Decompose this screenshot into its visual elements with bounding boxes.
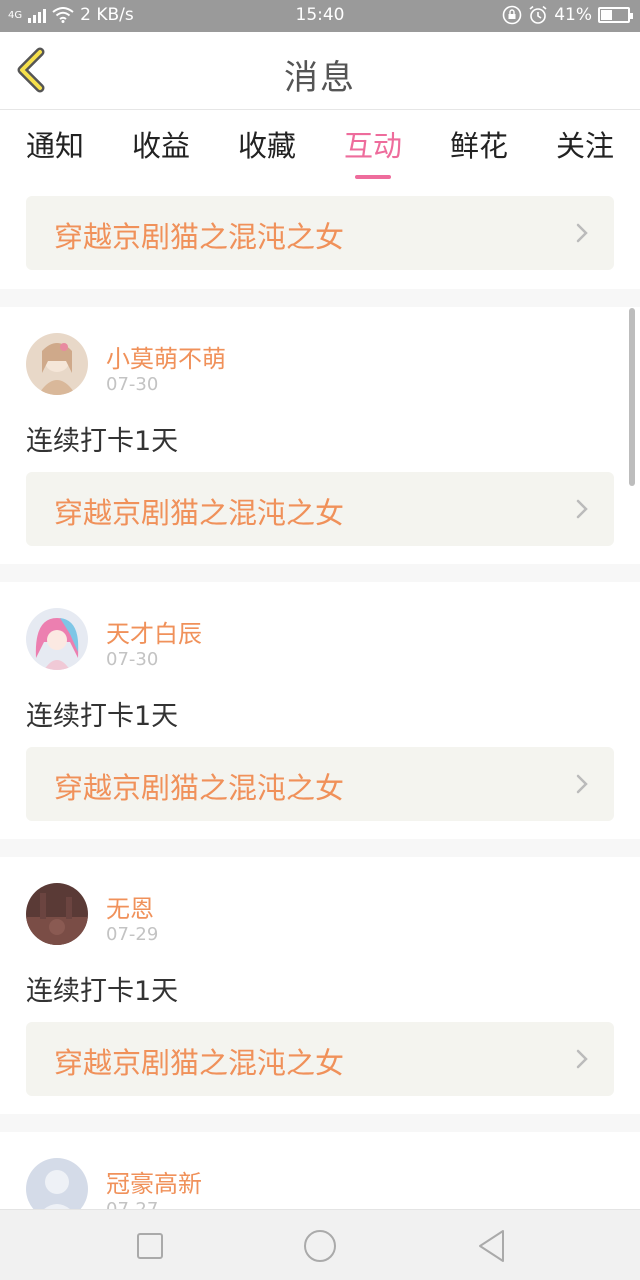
back-nav-button[interactable] [472, 1228, 512, 1264]
tab-flowers[interactable]: 鲜花 [434, 123, 524, 177]
home-button[interactable] [300, 1228, 340, 1264]
avatar[interactable] [26, 1158, 88, 1209]
chevron-right-icon [576, 499, 588, 519]
message-date: 07-30 [106, 649, 159, 670]
battery-icon [598, 7, 633, 23]
tab-favorites[interactable]: 收藏 [222, 123, 312, 177]
tab-label: 收益 [131, 129, 190, 163]
tab-earnings[interactable]: 收益 [116, 123, 206, 177]
message-card: 小莫萌不萌 07-30 连续打卡1天 穿越京剧猫之混沌之女 [0, 307, 640, 564]
message-card: 冠豪高新 07-27 [0, 1132, 640, 1209]
lock-rotation-icon [502, 5, 522, 25]
alarm-icon [529, 5, 547, 24]
message-card: 天才白辰 07-30 连续打卡1天 穿越京剧猫之混沌之女 [0, 582, 640, 839]
page-title: 消息 [284, 58, 356, 98]
avatar[interactable] [26, 608, 88, 670]
tab-label: 关注 [555, 129, 614, 163]
triangle-back-icon [479, 1230, 504, 1262]
circle-home-icon [304, 1230, 336, 1262]
book-title: 穿越京剧猫之混沌之女 [54, 771, 345, 805]
book-link[interactable]: 穿越京剧猫之混沌之女 [26, 196, 614, 270]
message-date: 07-29 [106, 924, 159, 945]
book-link[interactable]: 穿越京剧猫之混沌之女 [26, 1022, 614, 1096]
message-text: 连续打卡1天 [26, 976, 179, 1007]
message-text: 连续打卡1天 [26, 701, 179, 732]
username[interactable]: 小莫萌不萌 [106, 339, 226, 374]
book-title: 穿越京剧猫之混沌之女 [54, 1046, 345, 1080]
tab-bar: 通知 收益 收藏 互动 鲜花 关注 [0, 111, 640, 181]
avatar[interactable] [26, 883, 88, 945]
scrollbar[interactable] [629, 308, 635, 486]
username[interactable]: 无恩 [106, 889, 154, 924]
status-right: 41% [502, 5, 633, 25]
tab-label: 收藏 [237, 129, 296, 163]
active-tab-indicator [355, 175, 391, 179]
chevron-right-icon [576, 774, 588, 794]
header: 消息 [0, 32, 640, 110]
message-card: 无恩 07-29 连续打卡1天 穿越京剧猫之混沌之女 [0, 857, 640, 1114]
message-text: 连续打卡1天 [26, 426, 179, 457]
chevron-right-icon [576, 223, 588, 243]
tab-notifications[interactable]: 通知 [10, 123, 100, 177]
username[interactable]: 冠豪高新 [106, 1164, 202, 1199]
avatar[interactable] [26, 333, 88, 395]
book-title: 穿越京剧猫之混沌之女 [54, 220, 345, 254]
battery-percent: 41% [554, 5, 592, 25]
message-card: 穿越京剧猫之混沌之女 [0, 181, 640, 289]
message-date: 07-30 [106, 374, 159, 395]
tab-label: 互动 [343, 129, 402, 163]
book-title: 穿越京剧猫之混沌之女 [54, 496, 345, 530]
recents-button[interactable] [130, 1228, 170, 1264]
tab-following[interactable]: 关注 [540, 123, 630, 177]
chevron-right-icon [576, 1049, 588, 1069]
tab-label: 通知 [25, 129, 84, 163]
system-nav-bar [0, 1209, 640, 1280]
square-recent-icon [137, 1233, 163, 1259]
status-bar: 4G 2 KB/s 15:40 41% [0, 0, 640, 32]
book-link[interactable]: 穿越京剧猫之混沌之女 [26, 472, 614, 546]
username[interactable]: 天才白辰 [106, 614, 202, 649]
message-date: 07-27 [106, 1199, 158, 1209]
tab-label: 鲜花 [449, 129, 508, 163]
book-link[interactable]: 穿越京剧猫之混沌之女 [26, 747, 614, 821]
message-feed[interactable]: 穿越京剧猫之混沌之女 小莫萌不萌 07-30 连续打卡1天 穿越京剧猫之混沌之女… [0, 181, 640, 1209]
battery-fill [601, 10, 612, 20]
tab-interactions[interactable]: 互动 [328, 123, 418, 179]
